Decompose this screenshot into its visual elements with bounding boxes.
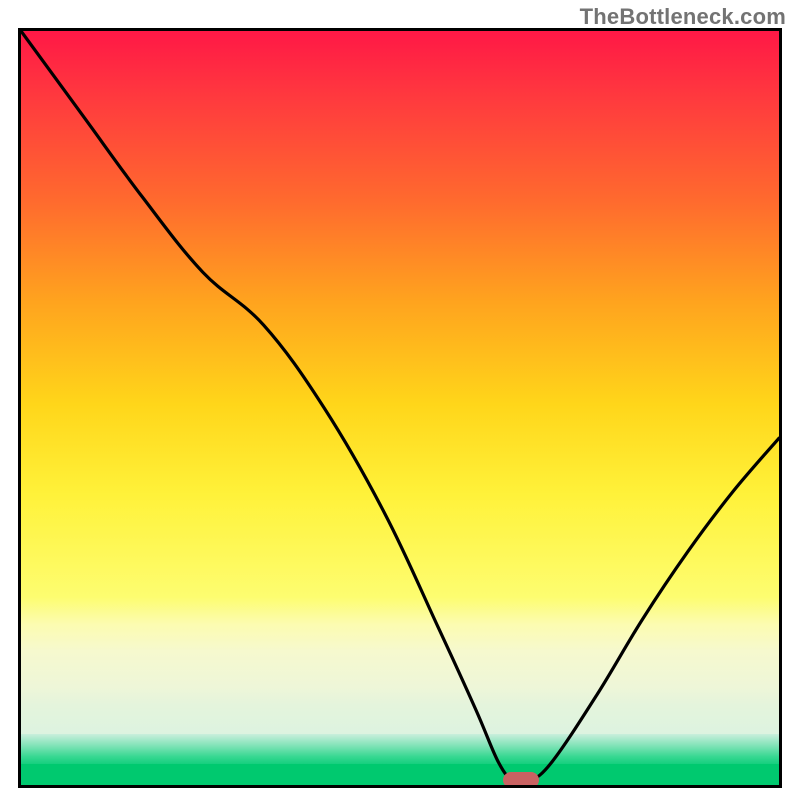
bottleneck-curve: [21, 31, 779, 785]
plot-area: [21, 31, 779, 785]
optimal-marker: [503, 772, 539, 788]
watermark-text: TheBottleneck.com: [580, 4, 786, 30]
chart-container: TheBottleneck.com: [0, 0, 800, 800]
plot-frame: [18, 28, 782, 788]
